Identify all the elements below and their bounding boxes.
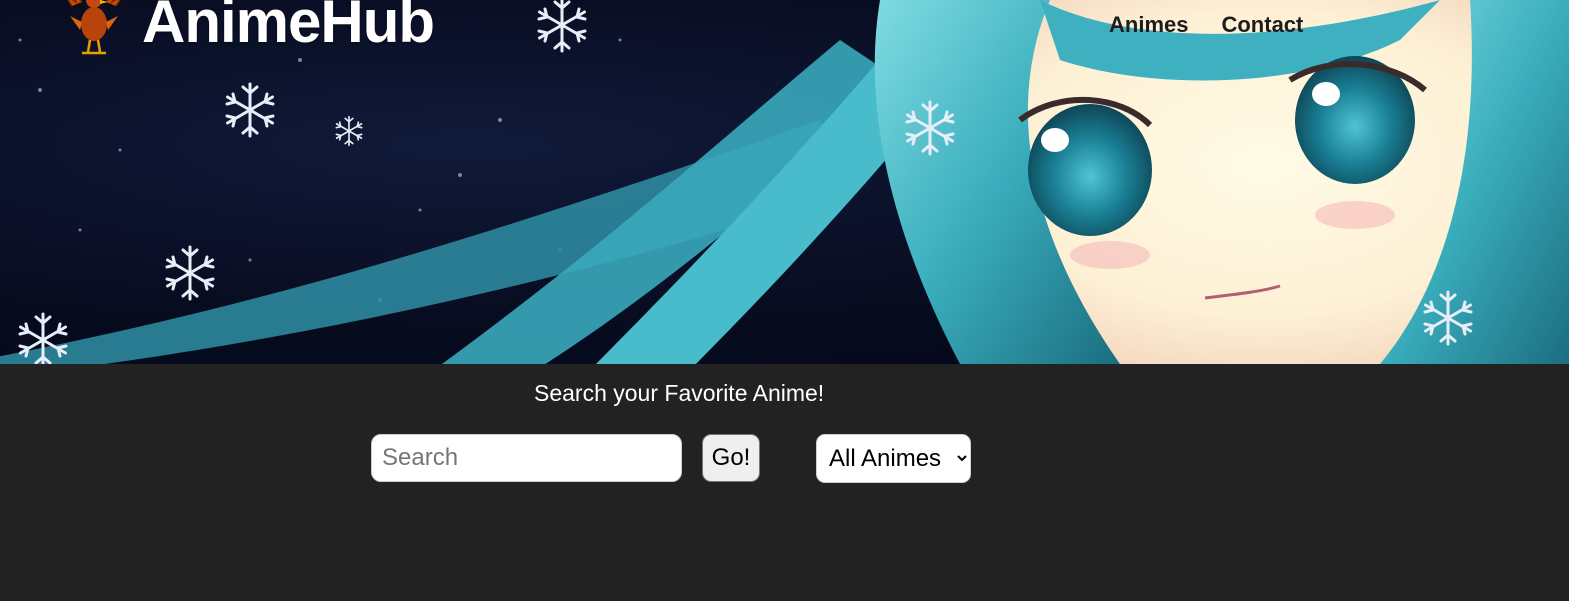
hero-banner: AnimeHub Animes Contact bbox=[0, 0, 1569, 364]
search-heading: Search your Favorite Anime! bbox=[534, 380, 825, 406]
search-input[interactable] bbox=[371, 434, 682, 482]
nav-link-contact[interactable]: Contact bbox=[1221, 12, 1303, 38]
rooster-icon bbox=[67, 0, 121, 55]
brand[interactable]: AnimeHub bbox=[62, 0, 435, 56]
go-button[interactable]: Go! bbox=[702, 434, 760, 482]
main-nav: Animes Contact bbox=[1109, 12, 1303, 38]
nav-link-animes[interactable]: Animes bbox=[1109, 12, 1188, 38]
anime-filter-select[interactable]: All Animes bbox=[816, 434, 971, 483]
site-title: AnimeHub bbox=[142, 0, 435, 55]
